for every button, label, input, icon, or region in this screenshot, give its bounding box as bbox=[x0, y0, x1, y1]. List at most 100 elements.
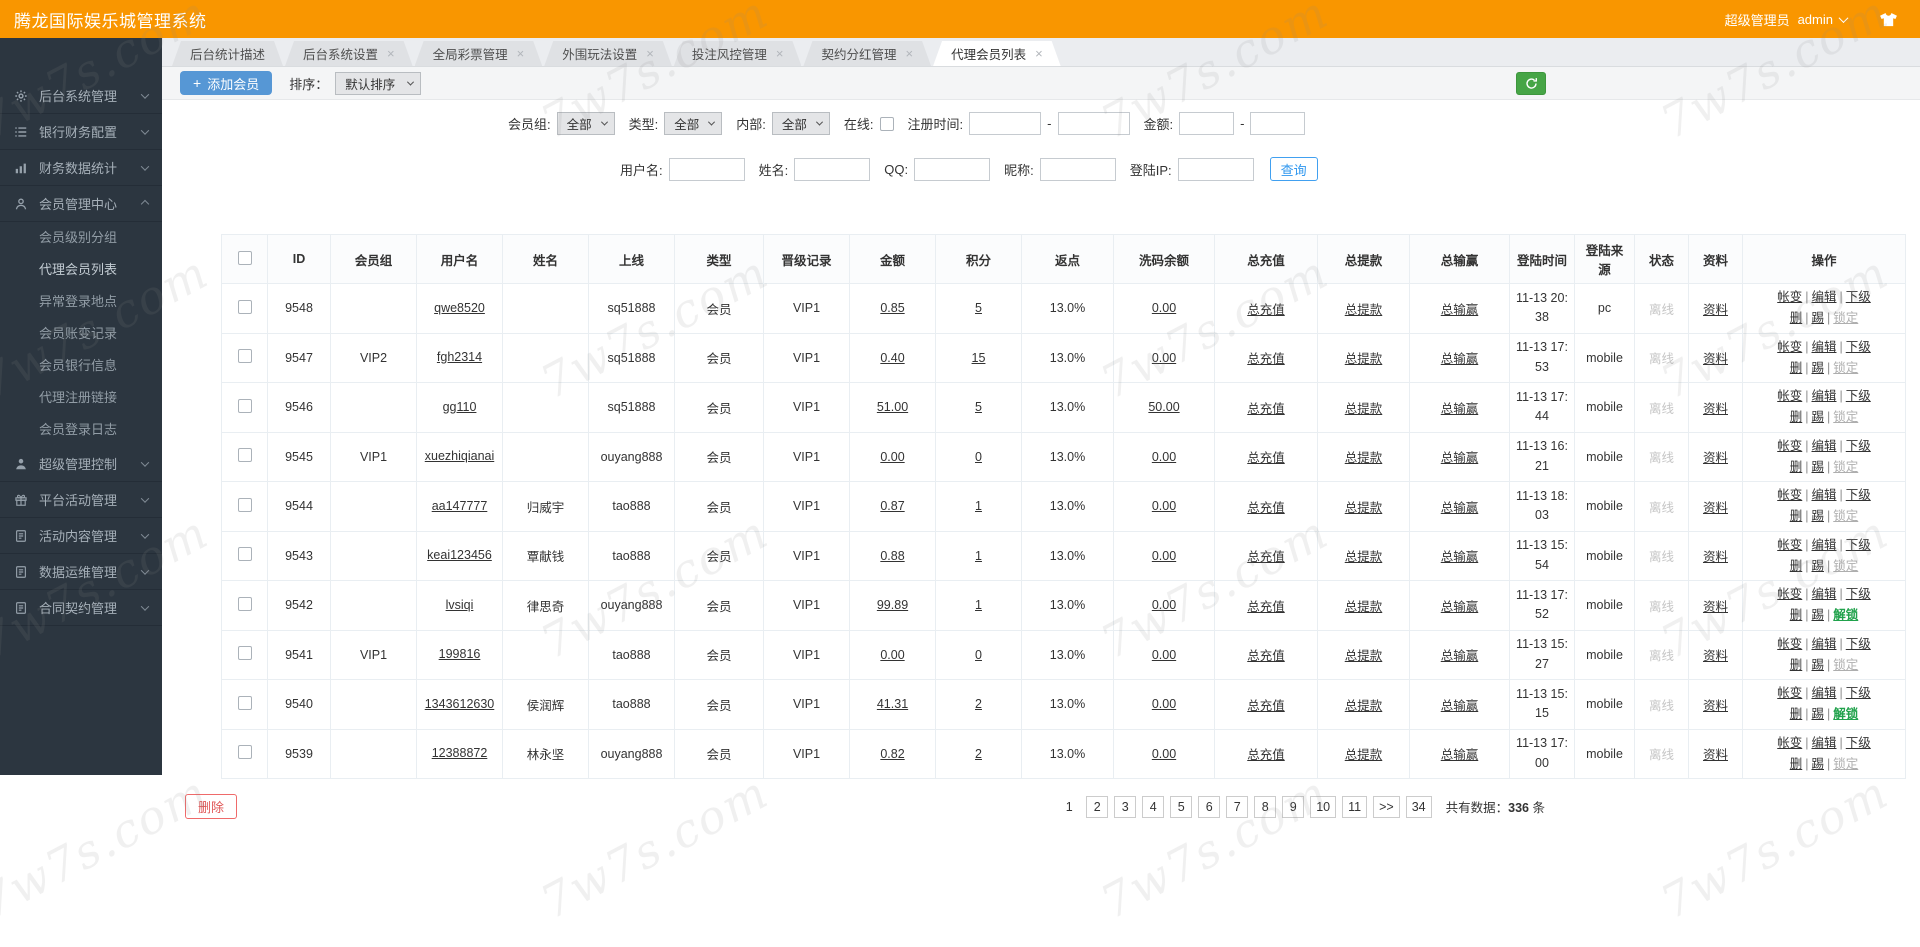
username-link[interactable]: xuezhiqianai bbox=[425, 449, 495, 463]
action-link[interactable]: 删 bbox=[1790, 460, 1803, 474]
qq-input[interactable] bbox=[914, 157, 991, 181]
total-winloss-link[interactable]: 总输赢 bbox=[1441, 699, 1479, 713]
sidebar-subitem[interactable]: 代理注册链接 bbox=[0, 382, 162, 414]
page-number-button[interactable]: 2 bbox=[1086, 795, 1109, 818]
wash-balance-link[interactable]: 0.00 bbox=[1152, 450, 1176, 464]
nickname-input[interactable] bbox=[1039, 157, 1116, 181]
amount-link[interactable]: 0.82 bbox=[880, 747, 904, 761]
total-recharge-link[interactable]: 总充值 bbox=[1247, 303, 1285, 317]
profile-link[interactable]: 资料 bbox=[1703, 501, 1728, 515]
total-winloss-link[interactable]: 总输赢 bbox=[1441, 600, 1479, 614]
page-number-button[interactable]: 10 bbox=[1310, 795, 1337, 818]
action-link[interactable]: 踢 bbox=[1811, 509, 1824, 523]
row-checkbox[interactable] bbox=[237, 448, 252, 463]
username-link[interactable]: 199816 bbox=[439, 647, 481, 661]
amount-max-input[interactable] bbox=[1250, 112, 1306, 135]
sidebar-subitem[interactable]: 会员级别分组 bbox=[0, 222, 162, 254]
action-link[interactable]: 删 bbox=[1790, 410, 1803, 424]
unlock-link[interactable]: 解锁 bbox=[1833, 608, 1858, 622]
action-link[interactable]: 下级 bbox=[1846, 290, 1871, 304]
wash-balance-link[interactable]: 0.00 bbox=[1152, 549, 1176, 563]
refresh-button[interactable] bbox=[1516, 72, 1546, 95]
username-link[interactable]: 1343612630 bbox=[425, 697, 495, 711]
tab-item[interactable]: 后台系统设置 × bbox=[285, 41, 413, 66]
action-link[interactable]: 下级 bbox=[1846, 340, 1871, 354]
total-recharge-link[interactable]: 总充值 bbox=[1247, 501, 1285, 515]
login-ip-input[interactable] bbox=[1177, 157, 1254, 181]
wash-balance-link[interactable]: 0.00 bbox=[1152, 747, 1176, 761]
add-member-button[interactable]: + 添加会员 bbox=[180, 71, 273, 95]
tab-close-icon[interactable]: × bbox=[776, 47, 784, 60]
points-link[interactable]: 2 bbox=[975, 747, 982, 761]
total-withdraw-link[interactable]: 总提款 bbox=[1345, 649, 1383, 663]
lock-link[interactable]: 锁定 bbox=[1833, 757, 1858, 771]
search-button[interactable]: 查询 bbox=[1269, 157, 1318, 181]
action-link[interactable]: 下级 bbox=[1846, 538, 1871, 552]
action-link[interactable]: 下级 bbox=[1846, 439, 1871, 453]
type-select[interactable]: 全部 bbox=[664, 112, 723, 135]
action-link[interactable]: 编辑 bbox=[1811, 538, 1836, 552]
action-link[interactable]: 帐变 bbox=[1777, 587, 1802, 601]
profile-link[interactable]: 资料 bbox=[1703, 451, 1728, 465]
total-recharge-link[interactable]: 总充值 bbox=[1247, 451, 1285, 465]
tab-item[interactable]: 全局彩票管理 × bbox=[415, 41, 543, 66]
total-withdraw-link[interactable]: 总提款 bbox=[1345, 303, 1383, 317]
unlock-link[interactable]: 解锁 bbox=[1833, 707, 1858, 721]
tab-close-icon[interactable]: × bbox=[517, 47, 525, 60]
page-number-button[interactable]: 7 bbox=[1226, 795, 1249, 818]
lock-link[interactable]: 锁定 bbox=[1833, 658, 1858, 672]
regtime-start-input[interactable] bbox=[969, 112, 1042, 135]
action-link[interactable]: 帐变 bbox=[1777, 439, 1802, 453]
page-number-button[interactable]: 6 bbox=[1198, 795, 1221, 818]
points-link[interactable]: 5 bbox=[975, 301, 982, 315]
page-number-button[interactable]: 3 bbox=[1114, 795, 1137, 818]
action-link[interactable]: 下级 bbox=[1846, 637, 1871, 651]
tab-item[interactable]: 契约分红管理 × bbox=[803, 41, 931, 66]
profile-link[interactable]: 资料 bbox=[1703, 303, 1728, 317]
profile-link[interactable]: 资料 bbox=[1703, 699, 1728, 713]
total-recharge-link[interactable]: 总充值 bbox=[1247, 402, 1285, 416]
action-link[interactable]: 删 bbox=[1790, 361, 1803, 375]
action-link[interactable]: 帐变 bbox=[1777, 488, 1802, 502]
profile-link[interactable]: 资料 bbox=[1703, 748, 1728, 762]
sidebar-item[interactable]: 数据运维管理 bbox=[0, 554, 162, 590]
page-number-button[interactable]: 4 bbox=[1142, 795, 1165, 818]
page-number-button[interactable]: 9 bbox=[1282, 795, 1305, 818]
action-link[interactable]: 编辑 bbox=[1811, 587, 1836, 601]
amount-link[interactable]: 41.31 bbox=[877, 697, 908, 711]
page-number-button[interactable]: 5 bbox=[1170, 795, 1193, 818]
action-link[interactable]: 踢 bbox=[1811, 311, 1824, 325]
total-winloss-link[interactable]: 总输赢 bbox=[1441, 501, 1479, 515]
row-checkbox[interactable] bbox=[237, 349, 252, 364]
total-withdraw-link[interactable]: 总提款 bbox=[1345, 451, 1383, 465]
action-link[interactable]: 下级 bbox=[1846, 389, 1871, 403]
username-link[interactable]: gg110 bbox=[443, 400, 477, 414]
total-recharge-link[interactable]: 总充值 bbox=[1247, 352, 1285, 366]
action-link[interactable]: 编辑 bbox=[1811, 439, 1836, 453]
action-link[interactable]: 编辑 bbox=[1811, 686, 1836, 700]
action-link[interactable]: 下级 bbox=[1846, 488, 1871, 502]
wash-balance-link[interactable]: 0.00 bbox=[1152, 351, 1176, 365]
lock-link[interactable]: 锁定 bbox=[1833, 311, 1858, 325]
member-group-select[interactable]: 全部 bbox=[556, 112, 615, 135]
total-winloss-link[interactable]: 总输赢 bbox=[1441, 748, 1479, 762]
total-winloss-link[interactable]: 总输赢 bbox=[1441, 451, 1479, 465]
action-link[interactable]: 下级 bbox=[1846, 587, 1871, 601]
wash-balance-link[interactable]: 0.00 bbox=[1152, 598, 1176, 612]
row-checkbox[interactable] bbox=[237, 695, 252, 710]
action-link[interactable]: 帐变 bbox=[1777, 538, 1802, 552]
sidebar-item[interactable]: 合同契约管理 bbox=[0, 590, 162, 626]
action-link[interactable]: 删 bbox=[1790, 311, 1803, 325]
username-link[interactable]: fgh2314 bbox=[437, 350, 482, 364]
tab-item[interactable]: 后台统计描述 bbox=[172, 41, 283, 66]
profile-link[interactable]: 资料 bbox=[1703, 649, 1728, 663]
amount-link[interactable]: 0.00 bbox=[880, 648, 904, 662]
lock-link[interactable]: 锁定 bbox=[1833, 559, 1858, 573]
tab-close-icon[interactable]: × bbox=[1035, 47, 1043, 60]
amount-link[interactable]: 0.00 bbox=[880, 450, 904, 464]
page-number-button[interactable]: 1 bbox=[1058, 796, 1080, 818]
sidebar-item[interactable]: 后台系统管理 bbox=[0, 78, 162, 114]
select-all-checkbox[interactable] bbox=[237, 250, 252, 265]
page-number-button[interactable]: 8 bbox=[1254, 795, 1277, 818]
action-link[interactable]: 帐变 bbox=[1777, 340, 1802, 354]
